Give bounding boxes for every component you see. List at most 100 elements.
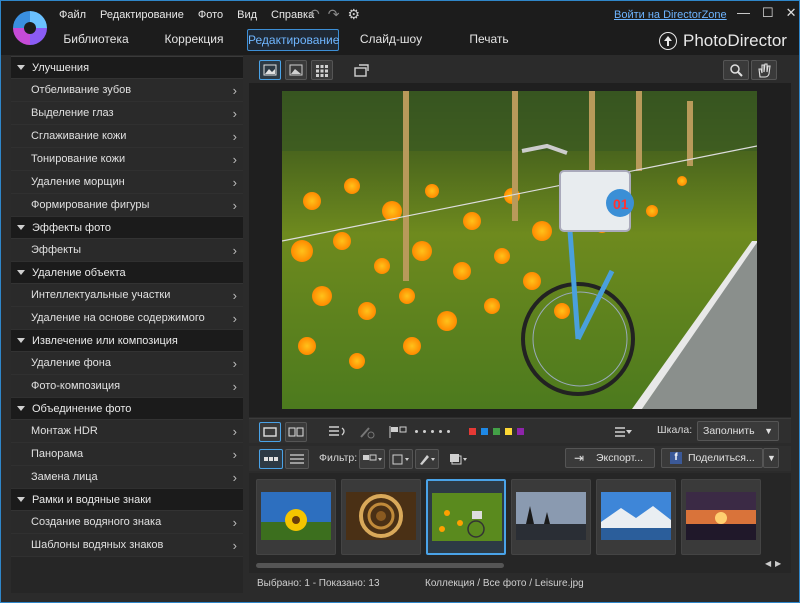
zoom-icon[interactable] — [723, 60, 749, 80]
rotate-icon[interactable] — [353, 61, 371, 82]
sidebar-item[interactable]: Удаление фона › — [11, 352, 243, 375]
section-header[interactable]: Объединение фото — [11, 398, 243, 420]
sidebar-item[interactable]: Эффекты › — [11, 239, 243, 262]
sidebar-item[interactable]: Выделение глаз › — [11, 102, 243, 125]
list-view-icon[interactable] — [285, 449, 309, 469]
sidebar-item[interactable]: Создание водяного знака › — [11, 511, 243, 534]
color-label-swatch[interactable] — [469, 428, 476, 435]
export-button[interactable]: ⇥ Экспорт... — [565, 448, 655, 468]
redo-icon[interactable]: ↷ — [328, 6, 340, 23]
sidebar-item[interactable]: Сглаживание кожи › — [11, 125, 243, 148]
tab-print[interactable]: Печать — [451, 29, 527, 51]
rating-dot-4[interactable] — [439, 430, 442, 433]
compare-view-icon[interactable] — [285, 60, 307, 80]
maximize-icon[interactable]: ☐ — [762, 5, 774, 21]
facebook-icon: f — [670, 452, 682, 464]
tab-edit[interactable]: Редактирование — [247, 29, 339, 51]
color-label-swatch[interactable] — [493, 428, 500, 435]
menu-bar: Файл Редактирование Фото Вид Справка — [59, 9, 328, 21]
sidebar-item[interactable]: Замена лица › — [11, 466, 243, 489]
scale-value: Заполнить — [703, 425, 755, 437]
stack-icon[interactable] — [447, 450, 469, 471]
grid-view-icon[interactable] — [311, 60, 333, 80]
undo-icon[interactable]: ↶ — [308, 6, 320, 23]
module-tabs: Библиотека Коррекция Редактирование Слай… — [1, 29, 561, 51]
thumbnail-selected[interactable] — [426, 479, 506, 555]
flag-filter-dropdown[interactable] — [359, 449, 385, 469]
tab-correction[interactable]: Коррекция — [155, 29, 233, 51]
menu-file[interactable]: Файл — [59, 9, 86, 21]
color-label-swatch[interactable] — [517, 428, 524, 435]
settings-icon[interactable]: ⚙ — [347, 6, 360, 23]
sidebar-item[interactable]: Монтаж HDR › — [11, 420, 243, 443]
scale-select[interactable]: Заполнить ▼ — [697, 421, 779, 441]
export-label: Экспорт... — [596, 452, 644, 464]
thumbnail[interactable] — [681, 479, 761, 555]
section-title: Извлечение или композиция — [32, 334, 178, 347]
tab-library[interactable]: Библиотека — [57, 29, 135, 51]
section-title: Эффекты фото — [32, 221, 112, 234]
color-filter-dropdown[interactable] — [389, 449, 413, 469]
collapse-arrow-icon — [17, 225, 25, 230]
thumbnail[interactable] — [596, 479, 676, 555]
brand-name: PhotoDirector — [683, 31, 787, 50]
section-header[interactable]: Улучшения — [11, 57, 243, 79]
menu-edit[interactable]: Редактирование — [100, 9, 184, 21]
dual-frame-icon[interactable] — [285, 422, 307, 442]
sidebar-item[interactable]: Формирование фигуры › — [11, 194, 243, 217]
sidebar-item[interactable]: Удаление на основе содержимого › — [11, 307, 243, 330]
minimize-icon[interactable]: — — [737, 5, 750, 21]
sidebar-item[interactable]: Панорама › — [11, 443, 243, 466]
close-icon[interactable]: ✕ — [786, 5, 797, 21]
color-label-swatch[interactable] — [481, 428, 488, 435]
filmstrip-view-icon[interactable] — [259, 449, 283, 469]
svg-text:01: 01 — [613, 196, 629, 212]
upload-icon[interactable] — [659, 32, 677, 50]
sidebar-item[interactable]: Шаблоны водяных знаков › — [11, 534, 243, 557]
chevron-right-icon: › — [232, 311, 237, 326]
share-button[interactable]: f Поделиться... — [661, 448, 763, 468]
chevron-right-icon: › — [232, 356, 237, 371]
sidebar-item[interactable]: Фото-композиция › — [11, 375, 243, 398]
menu-view[interactable]: Вид — [237, 9, 257, 21]
section-header[interactable]: Рамки и водяные знаки — [11, 489, 243, 511]
sidebar-item[interactable]: Удаление морщин › — [11, 171, 243, 194]
rating-dot-1[interactable] — [415, 430, 418, 433]
rating-dot-3[interactable] — [431, 430, 434, 433]
scroll-right-icon[interactable]: ▶ — [775, 559, 781, 568]
single-frame-icon[interactable] — [259, 422, 281, 442]
tab-slideshow[interactable]: Слайд-шоу — [353, 29, 429, 51]
login-link[interactable]: Войти на DirectorZone — [614, 9, 727, 21]
layout-menu-icon[interactable] — [613, 423, 633, 444]
section-header[interactable]: Эффекты фото — [11, 217, 243, 239]
hand-icon[interactable] — [751, 60, 777, 80]
single-view-icon[interactable] — [259, 60, 281, 80]
share-dropdown[interactable]: ▼ — [763, 448, 779, 468]
collapse-arrow-icon — [17, 65, 25, 70]
scroll-left-icon[interactable]: ◀ — [765, 559, 771, 568]
collapse-arrow-icon — [17, 338, 25, 343]
sidebar-item[interactable]: Интеллектуальные участки › — [11, 284, 243, 307]
section-header[interactable]: Удаление объекта — [11, 262, 243, 284]
collapse-arrow-icon — [17, 497, 25, 502]
chevron-right-icon: › — [232, 152, 237, 167]
flag-icon[interactable] — [387, 423, 409, 444]
sidebar-item[interactable]: Отбеливание зубов › — [11, 79, 243, 102]
filmstrip-scrollbar[interactable] — [256, 563, 504, 568]
thumbnail[interactable] — [341, 479, 421, 555]
edit-filter-dropdown[interactable] — [415, 449, 439, 469]
sidebar-item-label: Удаление фона — [31, 357, 111, 369]
thumbnail[interactable] — [256, 479, 336, 555]
thumbnail[interactable] — [511, 479, 591, 555]
rating-dot-2[interactable] — [423, 430, 426, 433]
sidebar-item-label: Тонирование кожи — [31, 153, 126, 165]
section-header[interactable]: Извлечение или композиция — [11, 330, 243, 352]
photo-viewer[interactable]: 01 — [249, 83, 791, 417]
menu-photo[interactable]: Фото — [198, 9, 223, 21]
sort-icon[interactable] — [327, 423, 347, 444]
color-label-swatch[interactable] — [505, 428, 512, 435]
rating-dot-5[interactable] — [447, 430, 450, 433]
brush-icon[interactable] — [357, 423, 377, 444]
sidebar-item[interactable]: Тонирование кожи › — [11, 148, 243, 171]
sidebar-item-label: Замена лица — [31, 471, 98, 483]
